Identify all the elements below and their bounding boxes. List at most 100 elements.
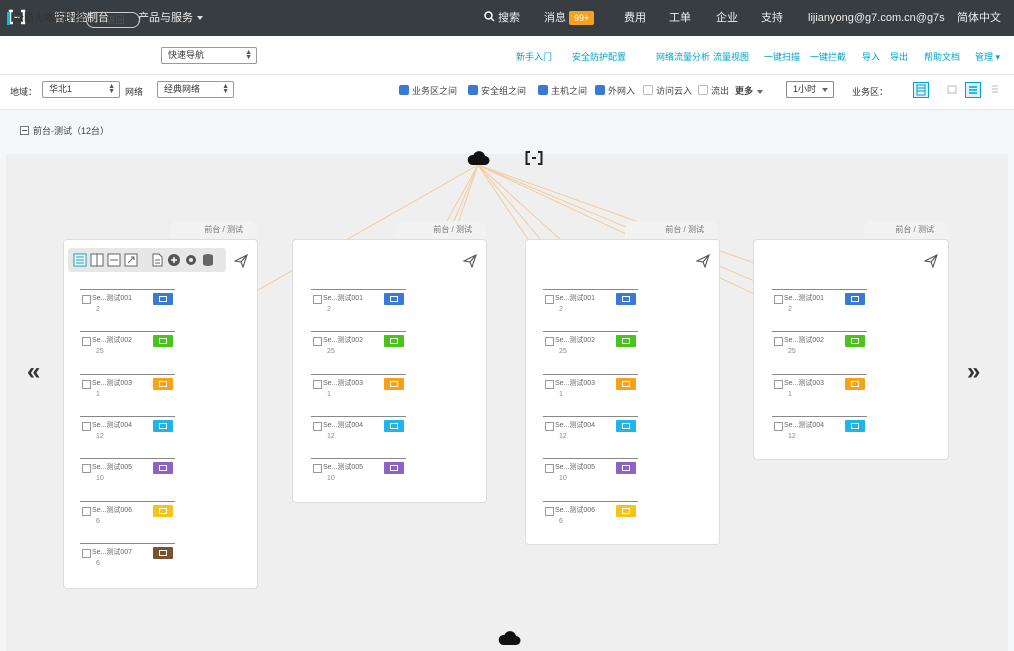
expand-icon[interactable] — [124, 253, 138, 267]
node-type-tag[interactable] — [384, 419, 404, 432]
tickets-link[interactable]: 工单 — [669, 0, 691, 36]
node-type-tag[interactable] — [616, 504, 636, 517]
filter-zone-between[interactable]: 业务区之间 — [399, 84, 457, 97]
zone-tab[interactable]: 前台 / 测试 — [625, 221, 718, 239]
language-switch[interactable]: 简体中文 — [957, 0, 1001, 36]
time-range-select[interactable]: 1小时 — [786, 81, 834, 98]
collapse-icon[interactable] — [107, 253, 121, 267]
node-checkbox[interactable] — [313, 379, 322, 389]
billing-link[interactable]: 费用 — [624, 0, 646, 36]
node-checkbox[interactable] — [82, 421, 91, 431]
link-export[interactable]: 导出 — [890, 50, 908, 63]
link-getting-started[interactable]: 新手入门 — [516, 50, 552, 63]
node-type-tag[interactable] — [616, 293, 636, 305]
document-icon[interactable] — [150, 253, 164, 267]
products-services-menu[interactable]: 产品与服务 — [138, 0, 203, 36]
enterprise-link[interactable]: 企业 — [716, 0, 738, 36]
gear-icon[interactable] — [184, 253, 198, 267]
add-icon[interactable] — [167, 253, 181, 267]
zone-tab[interactable]: 前台 / 测试 — [170, 221, 257, 239]
list-view-button[interactable] — [965, 82, 981, 98]
zone-card[interactable] — [525, 239, 720, 545]
group-header[interactable]: 前台-测试（12台） — [20, 124, 109, 137]
support-link[interactable]: 支持 — [761, 0, 783, 36]
node-type-tag[interactable] — [153, 335, 173, 348]
node-checkbox[interactable] — [82, 295, 91, 304]
filter-outbound[interactable]: 流出 — [698, 84, 729, 97]
node-type-tag[interactable] — [153, 504, 173, 517]
filter-secgroup-between[interactable]: 安全组之间 — [468, 84, 526, 97]
paper-plane-icon[interactable] — [696, 254, 710, 268]
node-checkbox[interactable] — [545, 464, 554, 474]
small-grid-view-button[interactable] — [945, 82, 961, 98]
grid-view-icon[interactable] — [90, 253, 104, 267]
fullscreen-icon[interactable] — [525, 151, 543, 165]
back-button[interactable]: ‹ 返回 — [86, 12, 140, 28]
filter-cloud-access[interactable]: 访问云入 — [643, 84, 692, 97]
node-checkbox[interactable] — [774, 337, 783, 347]
grid-view-button[interactable] — [913, 82, 929, 98]
link-one-click-scan[interactable]: 一键扫描 — [764, 50, 800, 63]
node-type-tag[interactable] — [845, 419, 865, 432]
filter-host-between[interactable]: 主机之间 — [538, 84, 587, 97]
prev-page-button[interactable]: « — [27, 358, 40, 386]
more-filters-menu[interactable]: 更多 — [735, 84, 764, 97]
region-select[interactable]: 华北1 ▲ ▼ — [42, 81, 120, 98]
paper-plane-icon[interactable] — [924, 254, 938, 268]
zone-card[interactable] — [63, 239, 258, 589]
list-view-icon[interactable] — [73, 253, 87, 267]
node-type-tag[interactable] — [384, 293, 404, 305]
network-select[interactable]: 经典网络 ▲ ▼ — [157, 81, 234, 98]
link-import[interactable]: 导入 — [862, 50, 880, 63]
paper-plane-icon[interactable] — [234, 254, 248, 268]
filter-internet-inbound[interactable]: 外网入 — [595, 84, 635, 97]
node-checkbox[interactable] — [545, 337, 554, 347]
node-type-tag[interactable] — [616, 377, 636, 390]
node-checkbox[interactable] — [545, 295, 554, 304]
node-type-tag[interactable] — [153, 419, 173, 432]
node-checkbox[interactable] — [82, 464, 91, 474]
node-checkbox[interactable] — [82, 548, 91, 558]
node-checkbox[interactable] — [313, 464, 322, 474]
node-checkbox[interactable] — [545, 506, 554, 516]
cloud-icon[interactable] — [466, 150, 490, 166]
link-one-click-block[interactable]: 一键拦截 — [810, 50, 846, 63]
node-type-tag[interactable] — [845, 335, 865, 348]
zone-tab[interactable]: 前台 / 测试 — [864, 221, 948, 239]
node-type-tag[interactable] — [616, 335, 636, 348]
cloud-icon[interactable] — [497, 630, 521, 646]
link-traffic-analysis[interactable]: 网络流量分析 — [656, 50, 710, 63]
user-account-menu[interactable]: lijianyong@g7.com.cn@g7s — [808, 0, 945, 36]
link-manage-menu[interactable]: 管理 ▾ — [975, 50, 1000, 63]
node-type-tag[interactable] — [384, 377, 404, 390]
node-type-tag[interactable] — [616, 419, 636, 432]
search-link[interactable]: 搜索 — [484, 0, 520, 36]
node-checkbox[interactable] — [545, 379, 554, 389]
node-type-tag[interactable] — [384, 462, 404, 475]
node-type-tag[interactable] — [845, 377, 865, 390]
node-type-tag[interactable] — [153, 293, 173, 305]
node-checkbox[interactable] — [313, 295, 322, 304]
node-checkbox[interactable] — [313, 421, 322, 431]
paper-plane-icon[interactable] — [463, 254, 477, 268]
database-icon[interactable] — [201, 253, 215, 267]
node-checkbox[interactable] — [774, 295, 783, 304]
link-help-docs[interactable]: 帮助文档 — [924, 50, 960, 63]
node-checkbox[interactable] — [82, 379, 91, 389]
node-type-tag[interactable] — [153, 462, 173, 475]
node-type-tag[interactable] — [384, 335, 404, 348]
node-type-tag[interactable] — [845, 293, 865, 305]
next-page-button[interactable]: » — [967, 358, 980, 386]
node-checkbox[interactable] — [545, 421, 554, 431]
node-checkbox[interactable] — [82, 506, 91, 516]
zone-tab[interactable]: 前台 / 测试 — [396, 221, 486, 239]
node-type-tag[interactable] — [153, 377, 173, 390]
node-type-tag[interactable] — [153, 546, 173, 559]
node-type-tag[interactable] — [616, 462, 636, 475]
node-checkbox[interactable] — [774, 379, 783, 389]
node-checkbox[interactable] — [82, 337, 91, 347]
link-protection-config[interactable]: 安全防护配置 — [572, 50, 626, 63]
messages-link[interactable]: 消息 99+ — [544, 0, 595, 36]
quick-nav-select[interactable]: 快速导航 ▲ ▼ — [161, 47, 257, 64]
node-checkbox[interactable] — [313, 337, 322, 347]
